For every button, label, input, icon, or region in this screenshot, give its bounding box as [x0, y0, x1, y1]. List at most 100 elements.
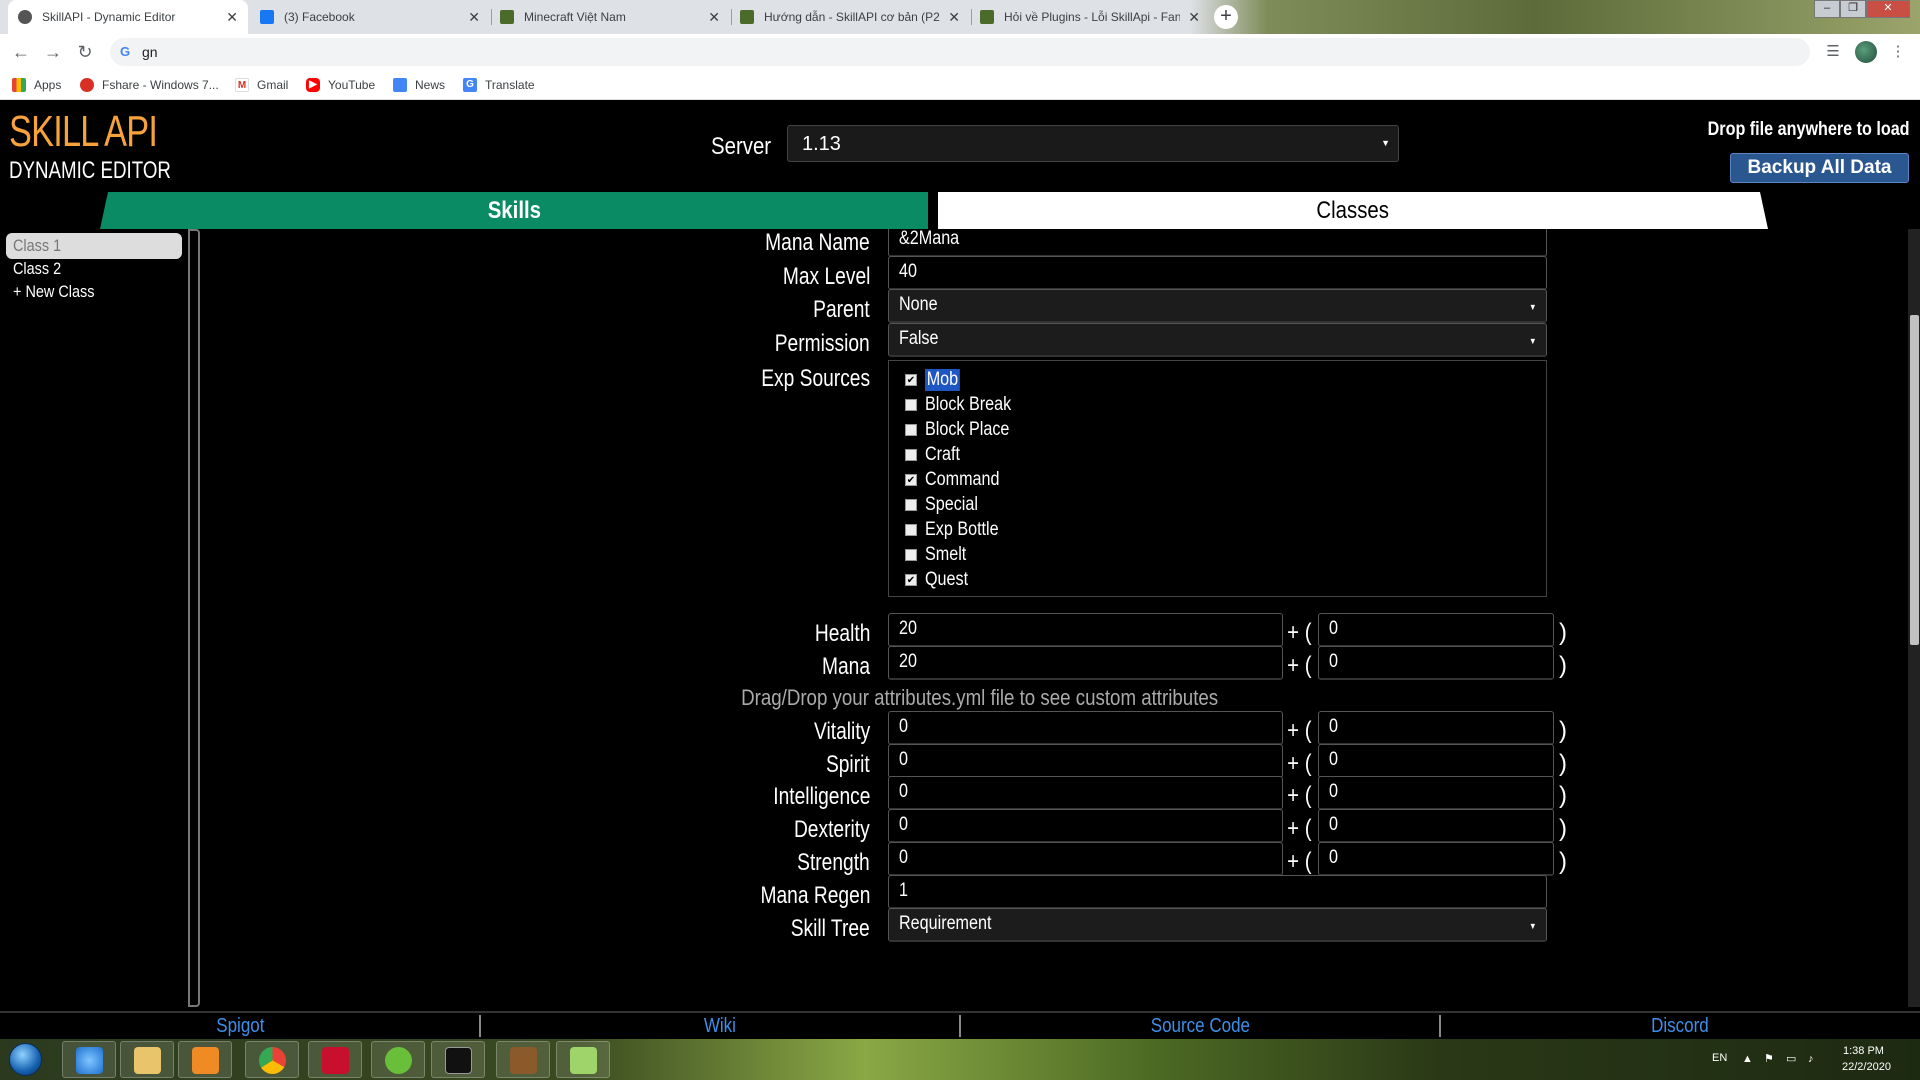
exp-source-quest[interactable]: ✔ Quest [889, 567, 1546, 592]
exp-source-craft[interactable]: Craft [889, 442, 1546, 467]
checkbox-icon[interactable] [905, 423, 917, 436]
close-tab-icon[interactable]: ✕ [226, 9, 238, 26]
bookmark-gmail[interactable]: M Gmail [235, 77, 288, 93]
checkbox-icon[interactable] [905, 523, 917, 536]
new-tab-button[interactable]: + [1214, 5, 1238, 29]
bookmark-youtube[interactable]: ▶ YouTube [306, 77, 375, 93]
spigot-link[interactable]: Spigot [0, 1015, 480, 1038]
scrollbar-thumb[interactable] [1910, 315, 1919, 645]
checkbox-icon[interactable] [905, 448, 917, 461]
address-bar[interactable]: G gn [110, 38, 1810, 66]
taskbar-internet-explorer[interactable] [62, 1041, 116, 1078]
taskbar-media-player[interactable] [178, 1041, 232, 1078]
exp-source-block-place[interactable]: Block Place [889, 417, 1546, 442]
mana-regen-input[interactable]: 1 [888, 875, 1547, 909]
strength-base-input[interactable]: 0 [888, 842, 1283, 876]
maximize-button[interactable]: ❐ [1840, 0, 1866, 18]
exp-source-special[interactable]: Special [889, 492, 1546, 517]
checkbox-icon[interactable] [905, 498, 917, 511]
spirit-base-input[interactable]: 0 [888, 744, 1283, 778]
checkbox-icon[interactable] [905, 398, 917, 411]
minimize-button[interactable]: – [1814, 0, 1840, 18]
checkbox-checked-icon[interactable]: ✔ [905, 373, 917, 386]
wiki-link[interactable]: Wiki [480, 1015, 960, 1038]
bookmark-apps[interactable]: Apps [12, 77, 61, 93]
tab-minecraft-vn[interactable]: Minecraft Việt Nam ✕ [490, 0, 730, 34]
back-button[interactable]: ← [10, 41, 32, 63]
tab-title: Hỏi về Plugins - Lỗi SkillApi - Fan [1004, 10, 1181, 24]
mana-name-input[interactable]: &2Mana [888, 229, 1547, 257]
parent-select[interactable]: None ▼ [888, 289, 1547, 323]
forward-button[interactable]: → [42, 41, 64, 63]
mana-base-input[interactable]: 20 [888, 646, 1283, 680]
taskbar-command-prompt[interactable] [431, 1041, 485, 1078]
exp-source-mob[interactable]: ✔ Mob [889, 367, 1546, 392]
tab-skills[interactable]: Skills [100, 192, 928, 229]
tab-plugins-question[interactable]: Hỏi về Plugins - Lỗi SkillApi - Fan ✕ [970, 0, 1210, 34]
clock-date[interactable]: 22/2/2020 [1842, 1061, 1891, 1073]
permission-select[interactable]: False ▼ [888, 323, 1547, 357]
discord-link[interactable]: Discord [1440, 1015, 1920, 1038]
vitality-base-input[interactable]: 0 [888, 711, 1283, 745]
clock-time[interactable]: 1:38 PM [1843, 1045, 1884, 1057]
taskbar-notepad-plus[interactable] [556, 1041, 610, 1078]
tab-facebook[interactable]: (3) Facebook ✕ [250, 0, 490, 34]
taskbar-file-explorer[interactable] [120, 1041, 174, 1078]
bookmark-translate[interactable]: G Translate [463, 77, 535, 93]
start-button[interactable] [4, 1039, 46, 1080]
new-class-button[interactable]: + New Class [6, 279, 182, 305]
field-text: Spirit [826, 751, 870, 778]
vitality-scale-input[interactable]: 0 [1318, 711, 1554, 745]
checkbox-icon[interactable] [905, 548, 917, 561]
intelligence-base-input[interactable]: 0 [888, 776, 1283, 810]
media-queue-icon[interactable]: ☰ [1823, 42, 1843, 62]
close-paren: ) [1559, 815, 1567, 842]
taskbar-garena[interactable] [308, 1041, 362, 1078]
close-tab-icon[interactable]: ✕ [468, 9, 480, 26]
language-indicator[interactable]: EN [1712, 1052, 1727, 1064]
mana-scale-input[interactable]: 0 [1318, 646, 1554, 680]
strength-scale-input[interactable]: 0 [1318, 842, 1554, 876]
checkbox-checked-icon[interactable]: ✔ [905, 473, 917, 486]
taskbar-chrome[interactable] [245, 1041, 299, 1078]
profile-avatar[interactable] [1855, 41, 1877, 63]
dexterity-scale-input[interactable]: 0 [1318, 809, 1554, 843]
menu-dots-icon[interactable]: ⋮ [1888, 42, 1908, 62]
max-level-input[interactable]: 40 [888, 256, 1547, 290]
drop-file-note: Drop file anywhere to load [1708, 119, 1910, 140]
tab-skillapi-guide[interactable]: Hướng dẫn - SkillAPI cơ bản (P2) ✕ [730, 0, 970, 34]
exp-source-exp-bottle[interactable]: Exp Bottle [889, 517, 1546, 542]
checkbox-checked-icon[interactable]: ✔ [905, 573, 917, 586]
tab-classes[interactable]: Classes [938, 192, 1768, 229]
bookmark-fshare[interactable]: Fshare - Windows 7... [80, 77, 219, 93]
health-base-input[interactable]: 20 [888, 613, 1283, 647]
close-tab-icon[interactable]: ✕ [948, 9, 960, 26]
close-paren: ) [1559, 750, 1567, 777]
tab-classes-label: Classes [1316, 197, 1390, 224]
dexterity-base-input[interactable]: 0 [888, 809, 1283, 843]
bookmark-news[interactable]: News [393, 77, 445, 93]
health-scale-input[interactable]: 0 [1318, 613, 1554, 647]
close-tab-icon[interactable]: ✕ [1188, 9, 1200, 26]
reload-button[interactable]: ↻ [74, 41, 96, 63]
intelligence-scale-input[interactable]: 0 [1318, 776, 1554, 810]
spirit-scale-input[interactable]: 0 [1318, 744, 1554, 778]
action-center-flag-icon[interactable]: ⚑ [1764, 1053, 1776, 1065]
network-icon[interactable]: ▭ [1786, 1053, 1798, 1065]
server-select[interactable]: 1.13 ▼ [787, 125, 1399, 162]
taskbar-app-green[interactable] [371, 1041, 425, 1078]
exp-source-smelt[interactable]: Smelt [889, 542, 1546, 567]
show-hidden-icons-icon[interactable]: ▲ [1742, 1053, 1754, 1065]
backup-all-data-button[interactable]: Backup All Data [1730, 153, 1909, 183]
skill-tree-select[interactable]: Requirement ▼ [888, 908, 1547, 942]
minecraft-favicon-icon [740, 10, 754, 24]
close-tab-icon[interactable]: ✕ [708, 9, 720, 26]
taskbar-minecraft[interactable] [496, 1041, 550, 1078]
source-code-link[interactable]: Source Code [960, 1015, 1440, 1038]
tab-skillapi[interactable]: SkillAPI - Dynamic Editor ✕ [8, 0, 248, 34]
close-window-button[interactable]: ✕ [1866, 0, 1910, 18]
new-class-label: + New Class [13, 282, 95, 301]
exp-source-block-break[interactable]: Block Break [889, 392, 1546, 417]
exp-source-command[interactable]: ✔ Command [889, 467, 1546, 492]
volume-icon[interactable]: ♪ [1808, 1053, 1820, 1065]
